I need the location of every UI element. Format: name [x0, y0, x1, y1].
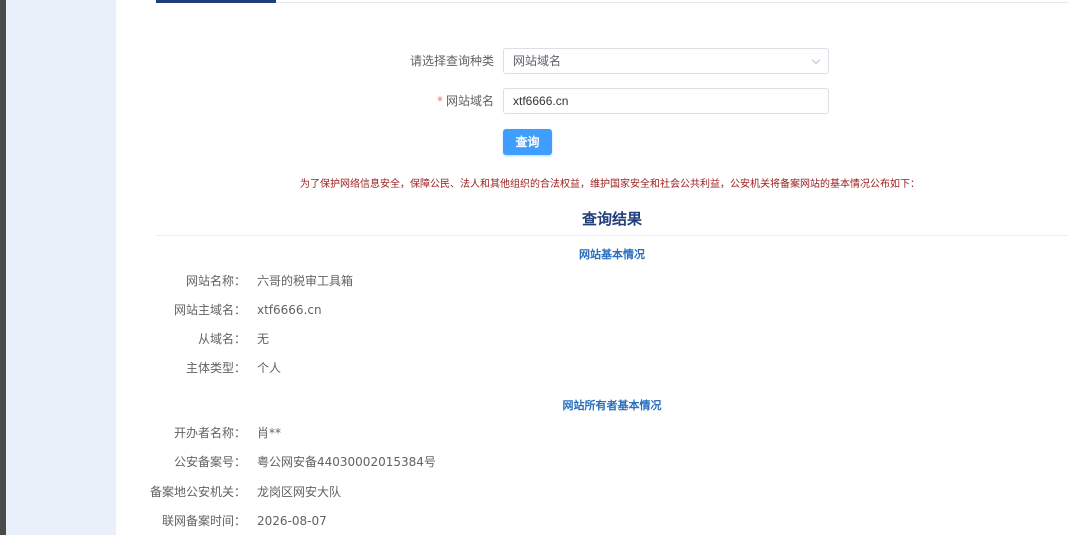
query-type-select[interactable]: 网站域名 [503, 48, 829, 74]
domain-label-text: 网站域名 [445, 94, 494, 108]
sub-domain-value: 无 [257, 332, 270, 346]
query-type-label: 请选择查询种类 [409, 54, 494, 68]
record-date-label: 联网备案时间： [161, 514, 246, 528]
entity-type-label: 主体类型： [185, 361, 246, 375]
record-number-value: 粤公网安备44030002015384号 [257, 455, 436, 469]
query-type-selected-value: 网站域名 [513, 54, 562, 68]
active-tab-indicator [156, 0, 276, 3]
record-date-value: 2026-08-07 [257, 514, 327, 528]
police-authority-value: 龙岗区网安大队 [257, 485, 342, 499]
site-name-value: 六哥的税审工具箱 [257, 274, 354, 288]
notice-text: 为了保护网络信息安全，保障公民、法人和其他组织的合法权益，维护国家安全和社会公共… [300, 179, 920, 190]
entity-type-value: 个人 [257, 361, 282, 375]
result-divider [156, 235, 1068, 236]
query-button[interactable]: 查询 [503, 129, 552, 155]
site-name-label: 网站名称： [185, 274, 246, 288]
owner-info-section-title: 网站所有者基本情况 [562, 399, 662, 412]
record-number-label: 公安备案号： [173, 455, 246, 469]
tab-bar-divider [276, 2, 1068, 3]
domain-label: * 网站域名 [294, 88, 494, 114]
sub-domain-label: 从域名： [197, 332, 246, 346]
chevron-down-icon [811, 55, 821, 65]
required-mark: * [436, 94, 443, 108]
main-domain-value: xtf6666.cn [257, 303, 322, 317]
domain-input[interactable]: xtf6666.cn [503, 88, 829, 114]
main-domain-label: 网站主域名： [173, 303, 246, 317]
owner-name-value: 肖** [257, 426, 282, 440]
owner-name-label: 开办者名称： [173, 426, 246, 440]
site-info-section-title: 网站基本情况 [579, 248, 645, 261]
result-title: 查询结果 [581, 210, 642, 228]
left-sidebar [6, 0, 116, 535]
police-authority-label: 备案地公安机关： [149, 485, 246, 499]
